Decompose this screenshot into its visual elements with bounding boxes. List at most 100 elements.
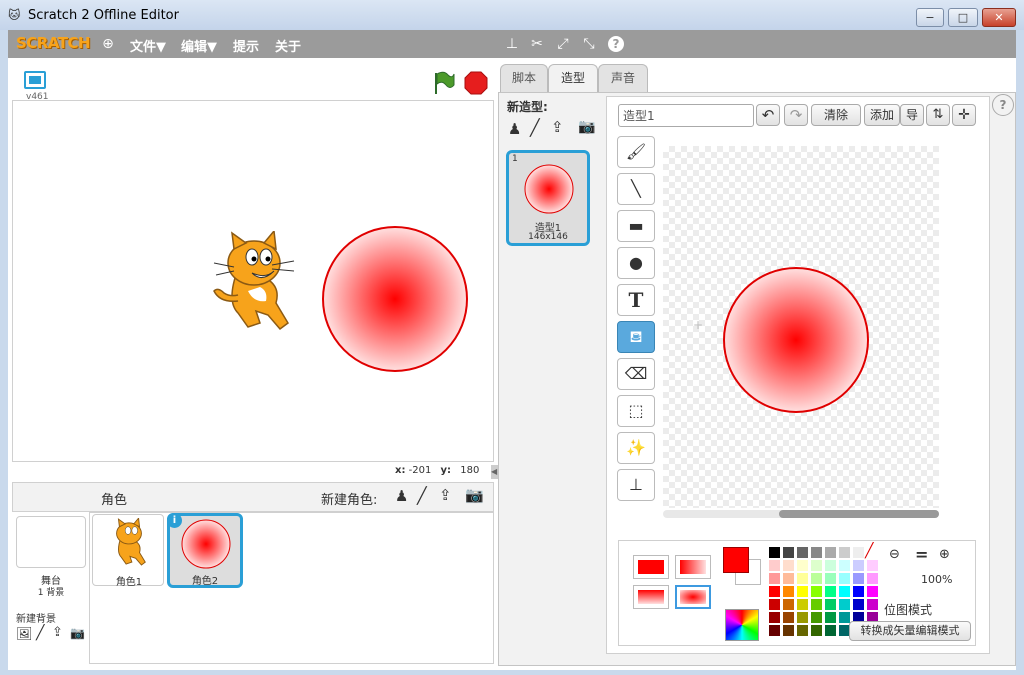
stamp-tool[interactable]: ⊥ xyxy=(617,469,655,501)
color-swatch[interactable] xyxy=(839,573,850,584)
color-swatch[interactable] xyxy=(853,547,864,558)
select-tool[interactable]: ⬚ xyxy=(617,395,655,427)
duplicate-stamp-icon[interactable]: ⊥ xyxy=(504,36,520,52)
color-swatch[interactable] xyxy=(811,560,822,571)
color-swatch[interactable] xyxy=(797,573,808,584)
color-swatch[interactable] xyxy=(769,560,780,571)
help-icon[interactable]: ? xyxy=(608,36,624,52)
backdrop-library-icon[interactable]: 🖼 xyxy=(16,627,33,642)
paint-new-sprite-icon[interactable]: ╱ xyxy=(417,486,427,505)
radial-gradient-option[interactable] xyxy=(675,585,711,609)
convert-to-vector-button[interactable]: 转换成矢量编辑模式 xyxy=(849,621,971,641)
tab-sounds[interactable]: 声音 xyxy=(598,64,648,92)
color-swatch[interactable] xyxy=(811,573,822,584)
color-swatch[interactable] xyxy=(825,599,836,610)
color-swatch[interactable] xyxy=(839,599,850,610)
horizontal-scrollbar[interactable] xyxy=(663,510,939,518)
menu-about[interactable]: 关于 xyxy=(275,36,301,55)
costume-item-selected[interactable]: 1 造型1 146x146 xyxy=(506,150,590,246)
line-tool[interactable]: ╲ xyxy=(617,173,655,205)
eraser-tool[interactable]: ⌫ xyxy=(617,358,655,390)
color-swatch[interactable] xyxy=(825,573,836,584)
color-swatch[interactable] xyxy=(797,547,808,558)
paint-backdrop-icon[interactable]: ╱ xyxy=(36,625,44,641)
brush-tool[interactable]: 🖌 xyxy=(617,136,655,168)
color-swatch[interactable] xyxy=(769,612,780,623)
color-swatch[interactable] xyxy=(853,560,864,571)
color-swatch[interactable] xyxy=(853,599,864,610)
upload-sprite-icon[interactable]: ⇪ xyxy=(439,486,452,504)
flip-vertical-icon[interactable]: ⇅ xyxy=(926,104,950,126)
ellipse-tool[interactable]: ● xyxy=(617,247,655,279)
color-swatch[interactable] xyxy=(825,612,836,623)
rectangle-tool[interactable]: ▬ xyxy=(617,210,655,242)
color-swatch[interactable] xyxy=(825,547,836,558)
color-swatch[interactable] xyxy=(867,560,878,571)
paint-canvas[interactable]: + xyxy=(663,146,939,508)
color-swatch[interactable] xyxy=(783,599,794,610)
zoom-out-icon[interactable]: ⊖ xyxy=(889,547,900,562)
globe-icon[interactable]: ⊕ xyxy=(100,36,116,52)
color-swatch[interactable] xyxy=(783,612,794,623)
zoom-reset-icon[interactable]: = xyxy=(915,545,928,564)
presentation-mode-icon[interactable] xyxy=(24,71,46,89)
import-button[interactable]: 导 xyxy=(900,104,924,126)
color-swatch[interactable] xyxy=(797,586,808,597)
color-swatch[interactable] xyxy=(867,573,878,584)
color-swatch[interactable] xyxy=(797,599,808,610)
color-swatch[interactable] xyxy=(811,625,822,636)
menu-edit[interactable]: 编辑▼ xyxy=(181,36,217,55)
canvas-red-ball[interactable] xyxy=(722,266,870,414)
upload-costume-icon[interactable]: ⇪ xyxy=(551,118,564,136)
remove-background-tool[interactable]: ✨ xyxy=(617,432,655,464)
cat-sprite[interactable] xyxy=(208,231,300,335)
minimize-button[interactable]: − xyxy=(916,8,944,27)
upload-backdrop-icon[interactable]: ⇪ xyxy=(52,625,63,640)
zoom-in-icon[interactable]: ⊕ xyxy=(939,547,950,562)
color-swatch[interactable] xyxy=(783,586,794,597)
red-ball-sprite[interactable] xyxy=(321,225,469,373)
maximize-button[interactable]: □ xyxy=(948,8,978,27)
scratch-logo[interactable]: SCRATCH xyxy=(16,34,91,52)
color-swatch[interactable] xyxy=(769,573,780,584)
backdrop-camera-icon[interactable]: 📷 xyxy=(70,626,85,640)
costume-camera-icon[interactable]: 📷 xyxy=(578,119,595,135)
menu-tips[interactable]: 提示 xyxy=(233,36,259,55)
cut-icon[interactable]: ✂ xyxy=(529,36,545,52)
color-swatch[interactable] xyxy=(811,612,822,623)
color-swatch[interactable] xyxy=(825,560,836,571)
color-swatch[interactable] xyxy=(839,547,850,558)
color-swatch[interactable] xyxy=(797,612,808,623)
clear-button[interactable]: 清除 xyxy=(811,104,861,126)
tab-costumes[interactable]: 造型 xyxy=(548,64,598,93)
color-swatch[interactable] xyxy=(769,547,780,558)
grow-icon[interactable]: ⤢ xyxy=(555,36,571,52)
color-swatch[interactable] xyxy=(769,599,780,610)
add-button[interactable]: 添加 xyxy=(864,104,900,126)
stop-sign-icon[interactable] xyxy=(464,71,488,95)
color-swatch[interactable] xyxy=(811,599,822,610)
color-swatch[interactable] xyxy=(853,586,864,597)
color-swatch[interactable] xyxy=(811,547,822,558)
color-swatch[interactable] xyxy=(811,586,822,597)
stage-canvas[interactable] xyxy=(12,100,494,462)
redo-button[interactable]: ↷ xyxy=(784,104,808,126)
color-swatch[interactable] xyxy=(783,625,794,636)
paint-costume-icon[interactable]: ╱ xyxy=(530,118,540,137)
set-center-icon[interactable]: ✛ xyxy=(952,104,976,126)
horizontal-gradient-option[interactable] xyxy=(675,555,711,579)
primary-color-swatch[interactable] xyxy=(723,547,749,573)
color-swatch[interactable] xyxy=(797,625,808,636)
color-picker-wheel[interactable] xyxy=(725,609,759,641)
undo-button[interactable]: ↶ xyxy=(756,104,780,126)
color-swatch[interactable] xyxy=(769,586,780,597)
choose-sprite-library-icon[interactable]: ♟ xyxy=(395,487,408,505)
sprite-thumbnail-2-selected[interactable]: i 角色2 xyxy=(167,513,243,588)
fill-tool[interactable]: ⛾ xyxy=(617,321,655,353)
color-swatch[interactable] xyxy=(867,599,878,610)
help-question-icon[interactable]: ? xyxy=(992,94,1014,116)
color-swatch[interactable] xyxy=(783,573,794,584)
sprite-thumbnail-1[interactable]: 角色1 xyxy=(92,514,164,588)
color-swatch[interactable] xyxy=(839,612,850,623)
menu-file[interactable]: 文件▼ xyxy=(130,36,166,55)
